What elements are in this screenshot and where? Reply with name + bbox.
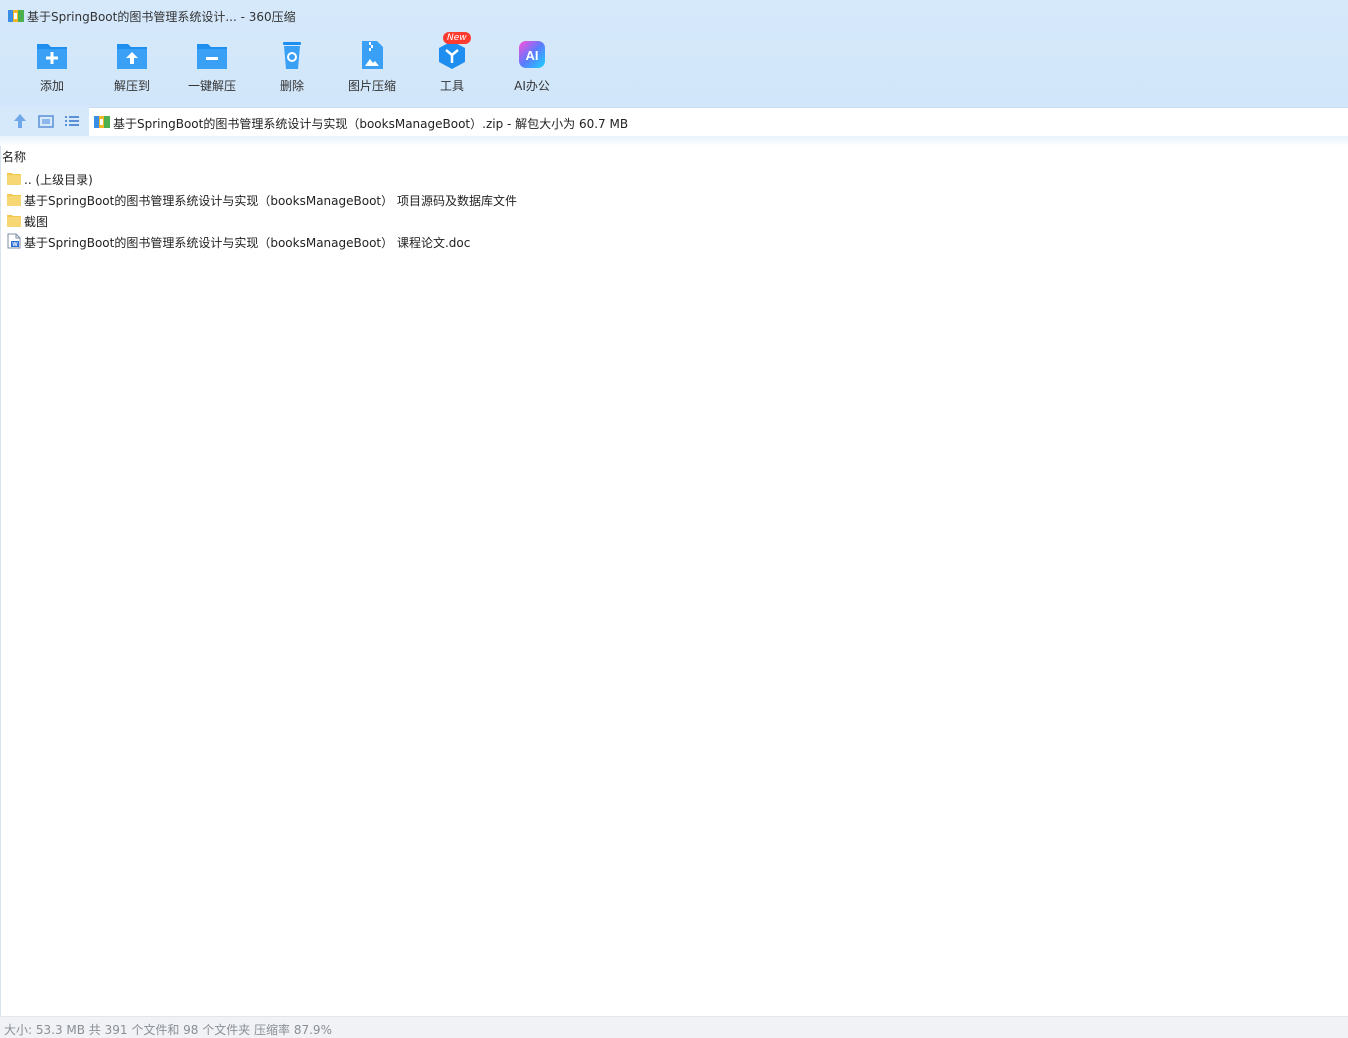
list-item-name: .. (上级目录) bbox=[24, 173, 93, 187]
toolbar-tools-button[interactable]: 工具 bbox=[412, 36, 492, 98]
add-folder-icon bbox=[37, 44, 67, 69]
folder-icon bbox=[7, 215, 21, 227]
extract-to-icon bbox=[117, 44, 147, 69]
address-row: 基于SpringBoot的图书管理系统设计与实现（booksManageBoot… bbox=[0, 106, 1348, 136]
toolbar-fade bbox=[0, 136, 1348, 146]
list-item[interactable]: 截图 bbox=[6, 210, 606, 230]
address-path: 基于SpringBoot的图书管理系统设计与实现（booksManageBoot… bbox=[113, 117, 629, 131]
toolbar-tools-label: 工具 bbox=[439, 79, 464, 93]
status-bar: 大小: 53.3 MB 共 391 个文件和 98 个文件夹 压缩率 87.9% bbox=[0, 1016, 1348, 1038]
list-item-name: 基于SpringBoot的图书管理系统设计与实现（booksManageBoot… bbox=[24, 194, 517, 208]
toolbar: 添加 解压到 一键解压 删除 图片压缩 工具 AI AI办公 bbox=[12, 36, 572, 100]
new-badge: New bbox=[443, 32, 471, 44]
toolbar-image-compress-label: 图片压缩 bbox=[347, 79, 396, 93]
image-compress-icon bbox=[362, 41, 383, 69]
file-list: 名称 .. (上级目录) 基于SpringBoot的图书管理系统设计与实现（bo… bbox=[0, 146, 1348, 1016]
svg-text:AI: AI bbox=[526, 48, 539, 63]
status-text: 大小: 53.3 MB 共 391 个文件和 98 个文件夹 压缩率 87.9% bbox=[4, 1023, 332, 1037]
column-header-name[interactable]: 名称 bbox=[2, 148, 26, 165]
svg-text:W: W bbox=[12, 242, 18, 248]
toolbar-one-click-extract-label: 一键解压 bbox=[187, 79, 236, 93]
toolbar-one-click-extract-button[interactable]: 一键解压 bbox=[172, 36, 252, 98]
folder-icon bbox=[7, 173, 21, 185]
word-document-icon: W bbox=[7, 233, 21, 249]
list-item-name: 基于SpringBoot的图书管理系统设计与实现（booksManageBoot… bbox=[24, 236, 471, 250]
toolbar-delete-button[interactable]: 删除 bbox=[252, 36, 332, 98]
tools-icon bbox=[439, 41, 465, 69]
toolbar-add-button[interactable]: 添加 bbox=[12, 36, 92, 98]
top-panel: 基于SpringBoot的图书管理系统设计... - 360压缩 添加 解压到 bbox=[0, 0, 1348, 106]
folder-icon bbox=[7, 194, 21, 206]
list-item[interactable]: W 基于SpringBoot的图书管理系统设计与实现（booksManageBo… bbox=[6, 231, 606, 251]
toolbar-ai-office-button[interactable]: AI AI办公 bbox=[492, 36, 572, 98]
app-logo-icon bbox=[8, 10, 24, 22]
app-window: 基于SpringBoot的图书管理系统设计... - 360压缩 添加 解压到 bbox=[0, 0, 1348, 1038]
toolbar-extract-to-label: 解压到 bbox=[113, 79, 150, 93]
list-item[interactable]: .. (上级目录) bbox=[6, 168, 606, 188]
title-bar: 基于SpringBoot的图书管理系统设计... - 360压缩 bbox=[0, 0, 1348, 32]
zip-archive-icon bbox=[94, 116, 110, 128]
list-view-icon[interactable] bbox=[63, 112, 81, 130]
list-item-name: 截图 bbox=[24, 215, 49, 229]
window-title: 基于SpringBoot的图书管理系统设计... - 360压缩 bbox=[27, 10, 296, 24]
delete-icon bbox=[283, 42, 301, 69]
thumbnail-view-icon[interactable] bbox=[37, 112, 55, 130]
toolbar-delete-label: 删除 bbox=[279, 79, 304, 93]
toolbar-image-compress-button[interactable]: 图片压缩 bbox=[332, 36, 412, 98]
toolbar-add-label: 添加 bbox=[39, 79, 64, 93]
ai-office-icon: AI bbox=[519, 41, 545, 68]
toolbar-ai-office-label: AI办公 bbox=[514, 79, 550, 93]
address-bar[interactable]: 基于SpringBoot的图书管理系统设计与实现（booksManageBoot… bbox=[89, 107, 1348, 136]
one-click-extract-icon bbox=[197, 44, 227, 69]
list-item[interactable]: 基于SpringBoot的图书管理系统设计与实现（booksManageBoot… bbox=[6, 189, 606, 209]
up-arrow-icon[interactable] bbox=[11, 112, 29, 130]
toolbar-extract-to-button[interactable]: 解压到 bbox=[92, 36, 172, 98]
